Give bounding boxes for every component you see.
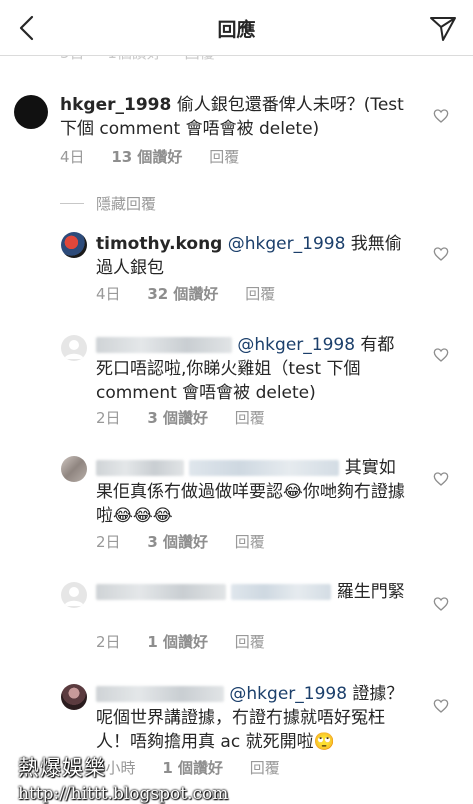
timestamp: 2日 xyxy=(96,633,121,651)
likes-count[interactable]: 1 個讚好 xyxy=(147,631,208,652)
heart-icon[interactable] xyxy=(433,698,449,714)
page-title: 回應 xyxy=(217,19,256,41)
redacted-username xyxy=(96,686,224,702)
username[interactable]: timothy.kong xyxy=(96,234,222,254)
redacted-mention xyxy=(189,460,340,476)
reply-button[interactable]: 回覆 xyxy=(235,407,265,428)
redacted-username xyxy=(96,337,232,353)
comment-text: hkger_1998 偷人銀包還番俾人未呀？(Test 下個 comment 會… xyxy=(60,95,404,139)
heart-icon[interactable] xyxy=(433,596,449,612)
heart-icon[interactable] xyxy=(433,108,449,124)
redacted-username xyxy=(96,584,226,600)
hide-replies-toggle[interactable]: 隱藏回覆 xyxy=(60,193,156,214)
reply-button[interactable]: 回覆 xyxy=(235,531,265,552)
likes-count[interactable]: 32 個讚好 xyxy=(147,283,218,304)
comment-meta: 2日 3 個讚好 回覆 xyxy=(96,531,287,552)
username[interactable]: hkger_1998 xyxy=(60,95,171,115)
heart-icon[interactable] xyxy=(433,347,449,363)
comment-text: timothy.kong @hkger_1998 我無偷過人銀包 xyxy=(96,234,402,278)
reply-button[interactable]: 回覆 xyxy=(250,757,280,778)
comment-meta: 4日 32 個讚好 回覆 xyxy=(96,283,297,304)
divider xyxy=(60,203,84,204)
heart-icon[interactable] xyxy=(433,246,449,262)
timestamp: 2日 xyxy=(96,533,121,551)
watermark: 熱爆娛樂 http://hittt.blogspot.com xyxy=(18,752,228,804)
comment-meta: 4日 13 個讚好 回覆 xyxy=(60,146,261,167)
comment-meta: 2日 1 個讚好 回覆 xyxy=(96,631,287,652)
comment-text: @hkger_1998 有都死口唔認啦,你睇火雞姐（test 下個 commen… xyxy=(96,335,395,403)
likes-count[interactable]: 13 個讚好 xyxy=(111,146,182,167)
top-bar: 回應 xyxy=(0,0,473,56)
avatar[interactable] xyxy=(14,95,48,129)
comment-text: 其實如果佢真係冇做過做咩要認😂你哋夠冇證據啦😂😂😂 xyxy=(96,458,405,526)
default-avatar-icon[interactable] xyxy=(61,582,87,608)
redacted-username xyxy=(96,460,184,476)
avatar[interactable] xyxy=(61,684,87,710)
watermark-url: http://hittt.blogspot.com xyxy=(18,784,229,804)
timestamp: 4日 xyxy=(96,285,121,303)
comment-text: 羅生門緊 xyxy=(96,580,406,604)
watermark-title: 熱爆娛樂 xyxy=(18,756,106,780)
share-button[interactable] xyxy=(427,12,459,44)
reply-button[interactable]: 回覆 xyxy=(235,631,265,652)
redacted-mention xyxy=(231,584,332,600)
mention-link[interactable]: @hkger_1998 xyxy=(229,684,347,704)
comment-text: @hkger_1998 證據？呢個世界講證據，冇證冇據就唔好冤枉人！唔夠擔用真 … xyxy=(96,684,404,752)
reply-button[interactable]: 回覆 xyxy=(209,146,239,167)
timestamp: 4日 xyxy=(60,148,85,166)
mention-link[interactable]: @hkger_1998 xyxy=(228,234,346,254)
paper-plane-icon xyxy=(430,17,456,41)
timestamp: 2日 xyxy=(96,409,121,427)
heart-icon[interactable] xyxy=(433,471,449,487)
mention-link[interactable]: @hkger_1998 xyxy=(237,335,355,355)
default-avatar-icon[interactable] xyxy=(61,335,87,361)
likes-count[interactable]: 3 個讚好 xyxy=(147,407,208,428)
avatar[interactable] xyxy=(61,232,87,258)
reply-button[interactable]: 回覆 xyxy=(245,283,275,304)
likes-count[interactable]: 3 個讚好 xyxy=(147,531,208,552)
comment-meta: 2日 3 個讚好 回覆 xyxy=(96,407,287,428)
avatar[interactable] xyxy=(61,456,87,482)
